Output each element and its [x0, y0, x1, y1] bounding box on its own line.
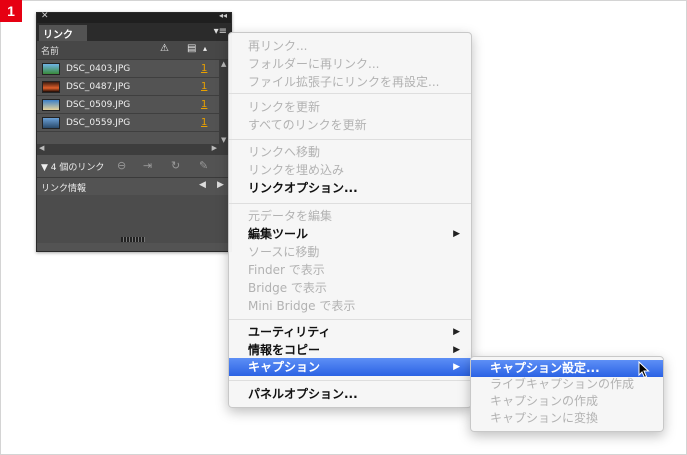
menu-item-reveal-mini-bridge: Mini Bridge で表示 [248, 299, 356, 313]
menu-item-update-all-links: すべてのリンクを更新 [248, 118, 367, 132]
menu-item-relink-folder: フォルダーに再リンク... [248, 57, 380, 71]
resize-grip-icon[interactable] [121, 237, 145, 242]
menu-item-panel-options[interactable]: パネルオプション... [229, 385, 471, 403]
column-name[interactable]: 名前 [41, 44, 59, 57]
menu-item-utilities[interactable]: ユーティリティ ▶ [229, 323, 471, 341]
link-row[interactable]: DSC_0509.JPG 1 [37, 96, 219, 114]
menu-item-reveal-bridge: Bridge で表示 [248, 281, 327, 295]
scroll-up-icon[interactable]: ▲ [221, 60, 226, 68]
link-row[interactable]: DSC_0487.JPG 1 [37, 78, 219, 96]
sort-ascending-icon[interactable]: ▴ [203, 44, 207, 53]
link-page-number[interactable]: 1 [201, 63, 207, 74]
link-filename: DSC_0403.JPG [66, 63, 131, 74]
menu-item-edit-original: 元データを編集 [248, 209, 333, 223]
panel-title-bar: ✕ ◂◂ [37, 11, 231, 23]
link-filename: DSC_0509.JPG [66, 99, 131, 110]
menu-item-relink: 再リンク... [248, 39, 308, 53]
menu-item-label: ユーティリティ [248, 325, 331, 339]
submenu-item-caption-setup[interactable]: キャプション設定... [471, 360, 663, 377]
scroll-right-icon[interactable]: ▶ [212, 144, 217, 152]
close-icon[interactable]: ✕ [41, 11, 49, 21]
link-page-number[interactable]: 1 [201, 117, 207, 128]
warning-icon[interactable]: ⚠ [160, 43, 169, 54]
menu-item-relink-extension: ファイル拡張子にリンクを再設定... [248, 75, 440, 89]
horizontal-scrollbar[interactable]: ◀ ▶ [37, 144, 231, 155]
menu-item-reveal-source: ソースに移動 [248, 245, 320, 259]
image-thumbnail-icon [42, 98, 60, 111]
image-thumbnail-icon [42, 116, 60, 129]
submenu-arrow-icon: ▶ [453, 345, 460, 355]
menu-item-update-link: リンクを更新 [248, 100, 321, 114]
submenu-item-convert-caption: キャプションに変換 [490, 411, 599, 425]
menu-item-copy-info[interactable]: 情報をコピー ▶ [229, 341, 471, 359]
menu-item-label: 編集ツール [248, 227, 309, 241]
menu-separator [229, 203, 471, 204]
links-panel: ✕ ◂◂ リンク ▾≡ 名前 ⚠ ▤ ▴ DSC_0403.JPG 1 DSC_… [36, 11, 232, 252]
links-list: DSC_0403.JPG 1 DSC_0487.JPG 1 DSC_0509.J… [37, 60, 219, 132]
relink-icon[interactable]: ⊖ [117, 159, 126, 172]
menu-separator [229, 93, 471, 94]
panel-tab-bar: リンク ▾≡ [37, 23, 231, 41]
menu-item-go-to-link: リンクへ移動 [248, 145, 321, 159]
update-link-icon[interactable]: ↻ [171, 159, 180, 172]
submenu-item-static-caption: キャプションの作成 [490, 394, 599, 408]
next-icon[interactable]: ▶ [217, 180, 224, 190]
column-header: 名前 ⚠ ▤ ▴ [37, 41, 231, 60]
go-to-link-icon[interactable]: ⇥ [143, 159, 152, 172]
link-info-area [37, 195, 231, 243]
caption-submenu: キャプション設定... ライブキャプションの作成 キャプションの作成 キャプショ… [470, 356, 664, 432]
tab-links[interactable]: リンク [39, 25, 87, 41]
menu-item-label: 情報をコピー [248, 343, 321, 357]
menu-item-reveal-finder: Finder で表示 [248, 263, 325, 277]
panel-menu-icon[interactable]: ▾≡ [214, 26, 227, 37]
step-badge: 1 [0, 0, 22, 22]
collapse-icon[interactable]: ◂◂ [219, 11, 227, 20]
link-count[interactable]: ▼ 4 個のリンク [41, 160, 104, 173]
submenu-arrow-icon: ▶ [453, 327, 460, 337]
link-row[interactable]: DSC_0559.JPG 1 [37, 114, 219, 132]
link-page-number[interactable]: 1 [201, 81, 207, 92]
menu-item-embed-link: リンクを埋め込み [248, 163, 345, 177]
edit-original-icon[interactable]: ✎ [199, 159, 208, 172]
mouse-pointer-icon [638, 361, 650, 379]
link-row[interactable]: DSC_0403.JPG 1 [37, 60, 219, 78]
menu-item-captions[interactable]: キャプション ▶ [229, 358, 471, 376]
submenu-arrow-icon: ▶ [453, 229, 460, 239]
link-filename: DSC_0559.JPG [66, 117, 131, 128]
link-info-label: リンク情報 [41, 184, 87, 194]
menu-separator [229, 139, 471, 140]
link-info-header[interactable]: リンク情報 ◀ ▶ [37, 177, 231, 195]
previous-icon[interactable]: ◀ [199, 180, 206, 190]
panel-footer: ▼ 4 個のリンク ⊖ ⇥ ↻ ✎ [37, 155, 231, 178]
link-page-number[interactable]: 1 [201, 99, 207, 110]
menu-separator [229, 319, 471, 320]
image-thumbnail-icon [42, 62, 60, 75]
image-thumbnail-icon [42, 80, 60, 93]
context-menu: 再リンク... フォルダーに再リンク... ファイル拡張子にリンクを再設定...… [228, 32, 472, 408]
page-icon[interactable]: ▤ [187, 43, 196, 54]
scroll-left-icon[interactable]: ◀ [39, 144, 44, 152]
scroll-down-icon[interactable]: ▼ [221, 136, 226, 144]
menu-separator [229, 380, 471, 381]
menu-item-link-options[interactable]: リンクオプション... [229, 179, 471, 197]
menu-item-label: キャプション [248, 360, 321, 374]
submenu-arrow-icon: ▶ [453, 362, 460, 372]
link-filename: DSC_0487.JPG [66, 81, 131, 92]
menu-item-edit-with[interactable]: 編集ツール ▶ [229, 225, 471, 243]
submenu-item-live-caption: ライブキャプションの作成 [490, 377, 635, 391]
